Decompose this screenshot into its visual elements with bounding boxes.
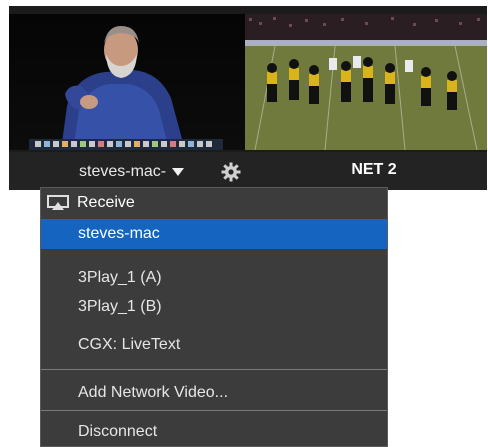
menu-item-steves-mac[interactable]: steves-mac [41, 219, 387, 249]
menu-item-add-network-video[interactable]: Add Network Video... [41, 378, 387, 408]
monitor-control-bar: steves-mac- NET 2 [9, 152, 487, 190]
menu-separator [41, 369, 387, 370]
presenter-preview-image [9, 14, 245, 150]
chevron-down-icon [172, 168, 185, 176]
menu-header: Receive [41, 188, 387, 218]
football-preview-image [245, 14, 487, 150]
source-select-label: steves-mac- [79, 163, 167, 180]
menu-item-cgx-livetext[interactable]: CGX: LiveText [41, 330, 387, 360]
airplay-icon [47, 195, 69, 210]
menu-separator [41, 410, 387, 411]
source-preview-right [245, 14, 487, 150]
source-select-dropdown[interactable]: steves-mac- [79, 160, 185, 184]
gear-icon[interactable] [221, 162, 241, 182]
menu-header-label: Receive [77, 194, 135, 211]
menu-item-3play-b[interactable]: 3Play_1 (B) [41, 292, 387, 322]
monitor-strip: steves-mac- NET 2 [9, 6, 487, 190]
source-preview-left [9, 14, 245, 150]
menu-item-3play-a[interactable]: 3Play_1 (A) [41, 263, 387, 293]
menu-item-disconnect[interactable]: Disconnect [41, 417, 387, 447]
source-dropdown-menu: Receive steves-mac 3Play_1 (A) 3Play_1 (… [40, 187, 388, 447]
output-label: NET 2 [351, 161, 397, 178]
